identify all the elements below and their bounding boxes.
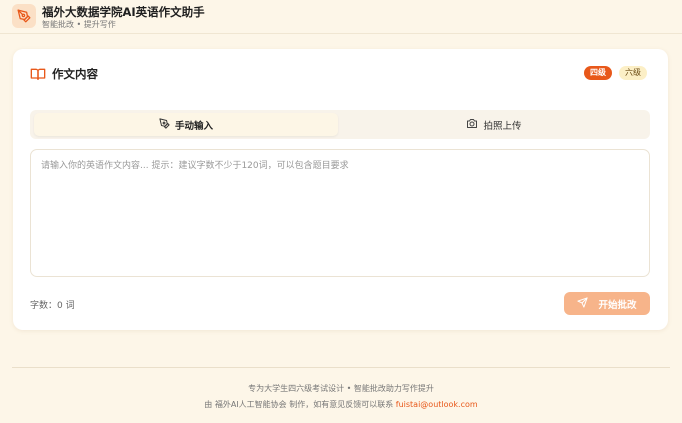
send-icon <box>577 296 589 311</box>
essay-textarea[interactable] <box>30 149 650 277</box>
camera-icon <box>466 118 478 132</box>
footer-credits-text: 由 福外AI人工智能协会 制作，如有意见反馈可以联系 <box>204 400 396 409</box>
app-title: 福外大数据学院AI英语作文助手 <box>42 5 205 19</box>
app-subtitle: 智能批改 • 提升写作 <box>42 20 116 29</box>
pen-logo-icon <box>12 4 36 28</box>
contact-email-link[interactable]: fuistai@outlook.com <box>396 400 478 409</box>
start-grading-label: 开始批改 <box>598 299 637 311</box>
start-grading-button[interactable]: 开始批改 <box>564 292 650 315</box>
badge-cet6[interactable]: 六级 <box>619 66 647 80</box>
app-header: 福外大数据学院AI英语作文助手 智能批改 • 提升写作 <box>0 0 682 34</box>
card-title: 作文内容 <box>52 67 98 81</box>
tab-photo-upload[interactable]: 拍照上传 <box>342 113 646 136</box>
footer-credits: 由 福外AI人工智能协会 制作，如有意见反馈可以联系 fuistai@outlo… <box>0 399 682 410</box>
book-icon <box>30 66 46 80</box>
footer-tagline: 专为大学生四六级考试设计 • 智能批改助力写作提升 <box>248 384 434 393</box>
tab-manual-label: 手动输入 <box>174 120 213 132</box>
pencil-icon <box>159 117 170 132</box>
badge-cet4[interactable]: 四级 <box>584 66 612 80</box>
footer-divider <box>12 367 670 368</box>
tab-photo-label: 拍照上传 <box>483 120 522 132</box>
essay-card: 作文内容 四级 六级 手动输入 拍照上传 字数：0 词 <box>13 49 668 330</box>
tab-manual-input[interactable]: 手动输入 <box>34 113 338 136</box>
input-mode-tabs: 手动输入 拍照上传 <box>30 110 650 139</box>
word-count: 字数：0 词 <box>30 301 75 311</box>
